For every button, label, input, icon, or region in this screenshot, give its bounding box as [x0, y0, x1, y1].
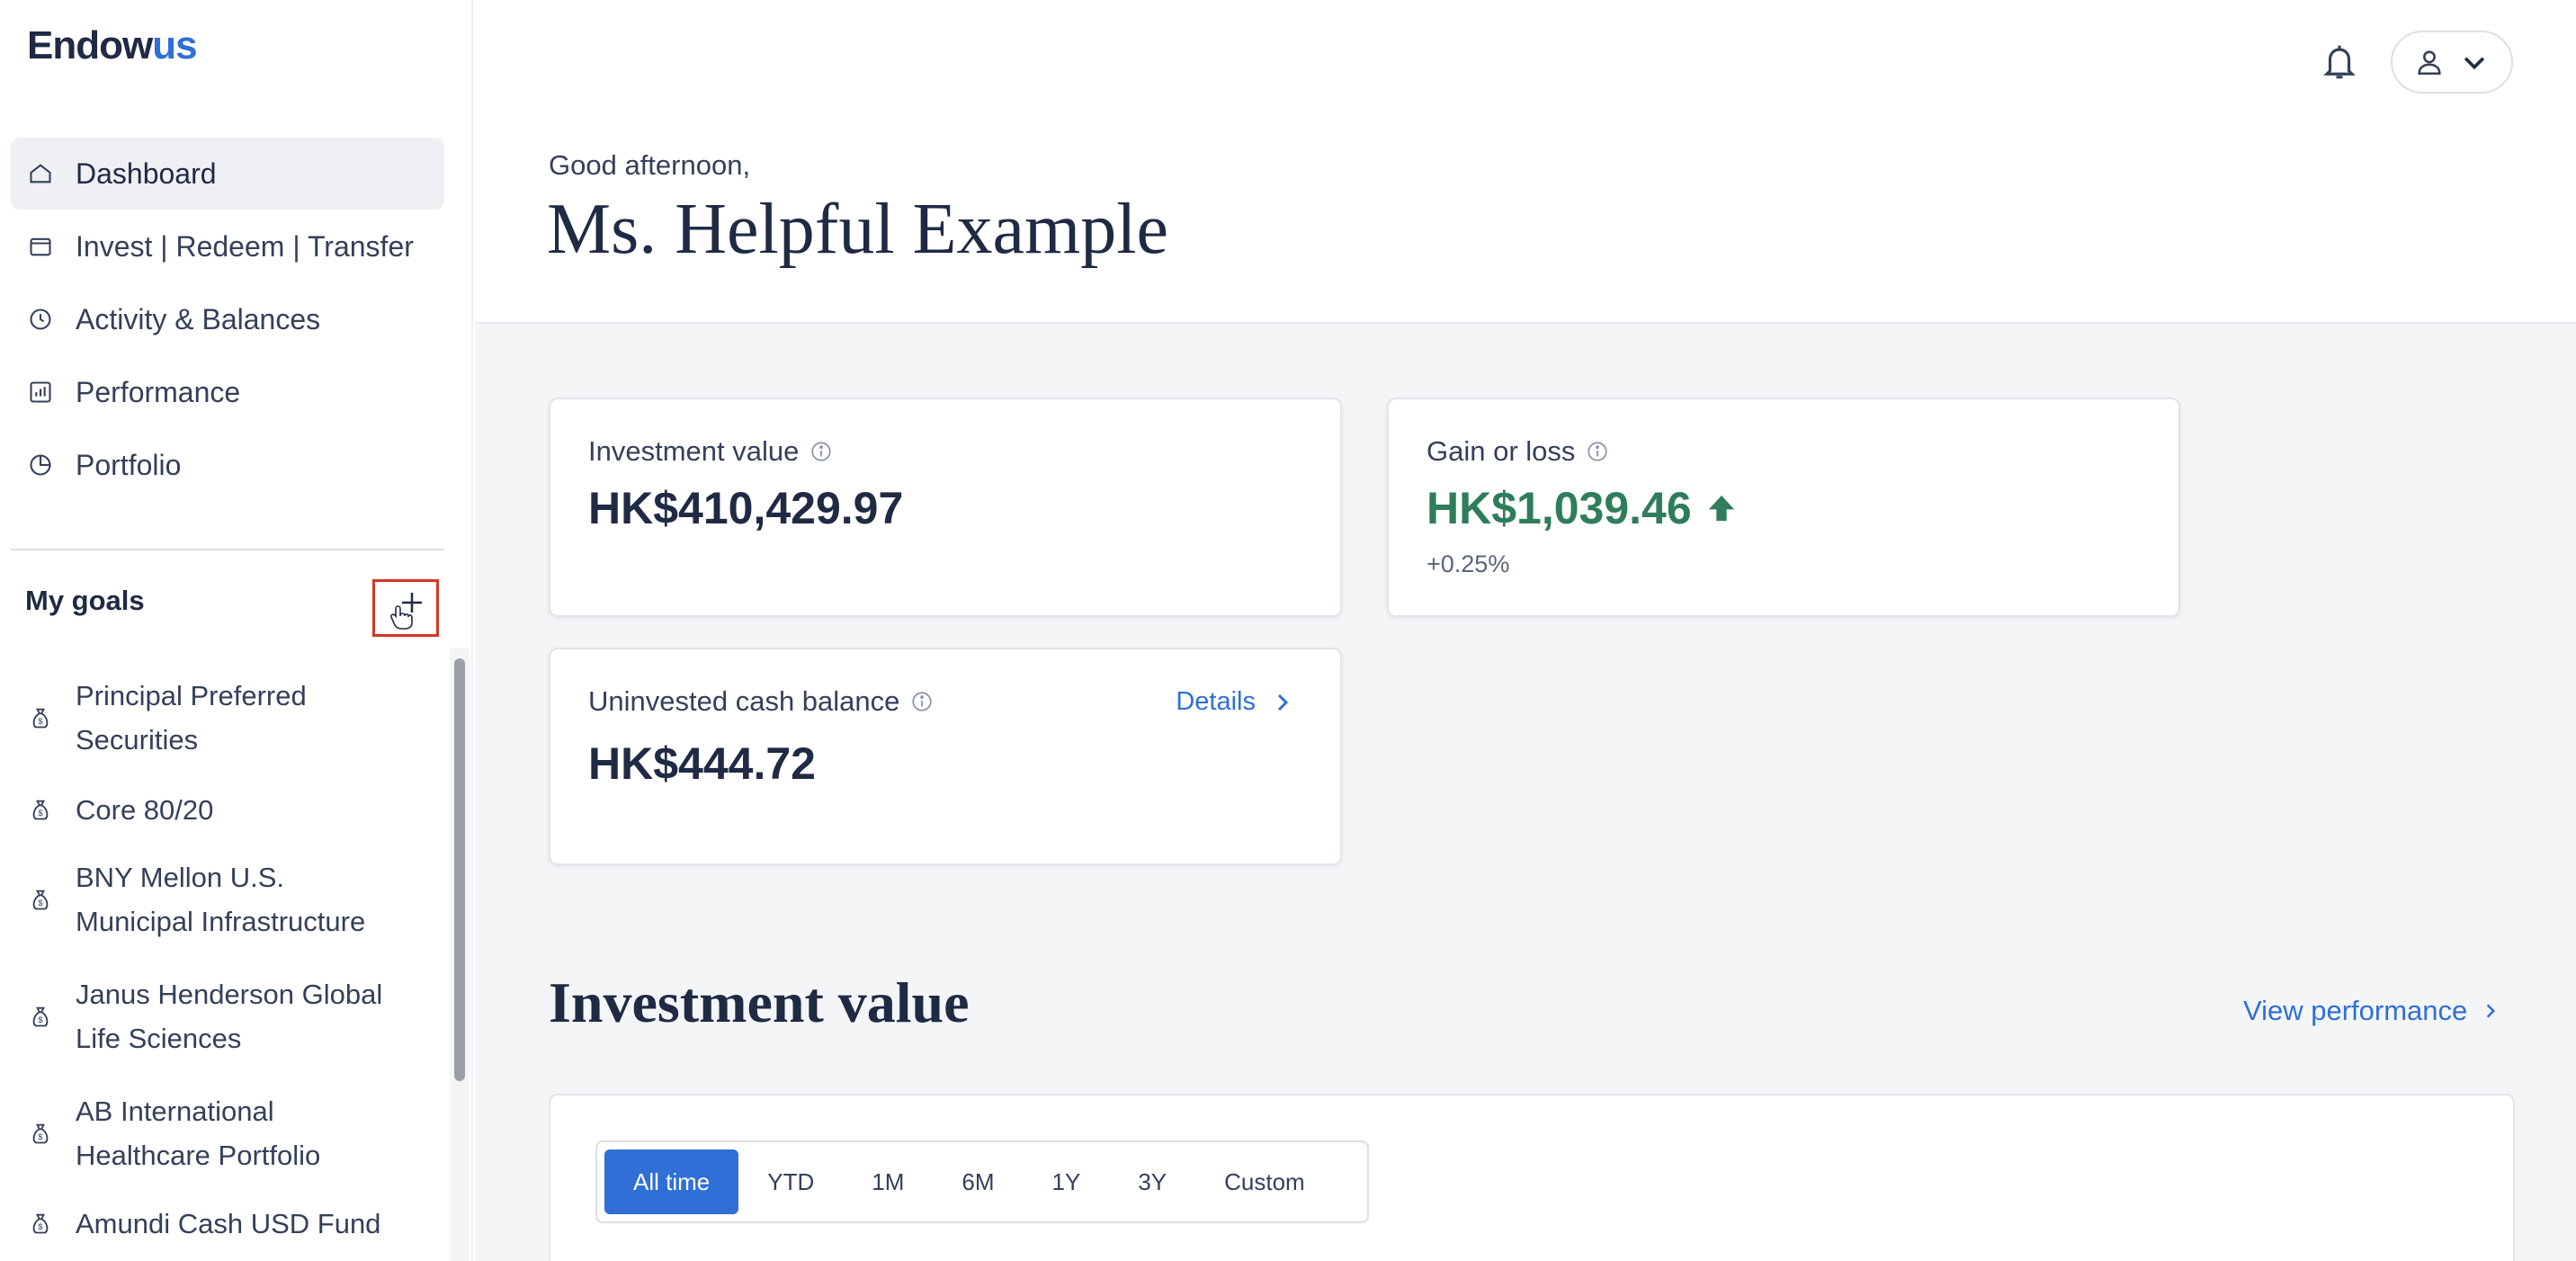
user-icon [2418, 50, 2441, 76]
nav-item-label: Dashboard [76, 157, 217, 190]
range-all-time[interactable]: All time [604, 1149, 739, 1214]
nav-item-portfolio[interactable]: Portfolio [11, 429, 444, 501]
chevron-right-icon [2487, 1004, 2496, 1018]
nav-item-performance[interactable]: Performance [11, 356, 444, 428]
arrow-up-icon [1708, 495, 1734, 522]
nav-item-label: Portfolio [76, 448, 182, 481]
nav-item-label: Performance [76, 375, 241, 408]
range-3y[interactable]: 3Y [1109, 1149, 1195, 1214]
gain-loss-percent: +0.25% [1427, 550, 1510, 577]
range-ytd[interactable]: YTD [738, 1149, 843, 1214]
range-6m[interactable]: 6M [933, 1149, 1023, 1214]
svg-text:$: $ [38, 809, 43, 818]
nav-item-activity[interactable]: Activity & Balances [11, 283, 444, 355]
svg-text:$: $ [38, 1015, 43, 1024]
card-label: Investment value [588, 435, 833, 468]
page-header: Good afternoon, Ms. Helpful Example [475, 0, 2576, 324]
nav-item-label: Activity & Balances [76, 302, 321, 335]
money-bag-icon: $ [27, 796, 54, 823]
goal-item[interactable]: $ Amundi Cash USD Fund [11, 1191, 443, 1256]
money-bag-icon: $ [27, 1120, 54, 1147]
goal-item[interactable]: $ BNY Mellon U.S. Municipal Infrastructur… [11, 842, 443, 957]
goal-item[interactable]: $ Principal Preferred Securities [11, 658, 443, 777]
uninvested-cash-card: Uninvested cash balance Details HK$444.7… [549, 648, 1342, 865]
info-icon[interactable] [1586, 440, 1609, 463]
card-label: Uninvested cash balance [588, 685, 934, 718]
goal-item[interactable]: $ AB International Healthcare Portfolio [11, 1076, 443, 1191]
add-goal-button[interactable] [372, 579, 439, 637]
card-label: Gain or loss [1427, 435, 1609, 468]
range-custom[interactable]: Custom [1195, 1149, 1334, 1214]
clock-icon [27, 306, 54, 333]
money-bag-icon: $ [27, 704, 54, 731]
money-bag-icon: $ [27, 886, 54, 913]
plus-cursor-icon [390, 593, 422, 630]
nav-item-dashboard[interactable]: Dashboard [11, 138, 444, 210]
goal-item[interactable]: $ Janus Henderson Global Life Sciences [11, 957, 443, 1076]
gain-loss-card: Gain or loss HK$1,039.46 +0.25% [1387, 398, 2180, 617]
gain-loss-value: HK$1,039.46 [1427, 482, 1737, 534]
money-bag-icon: $ [27, 1003, 54, 1030]
endowus-logo[interactable]: Endowus [27, 23, 198, 68]
page-title: Ms. Helpful Example [547, 190, 1168, 269]
pie-chart-icon [27, 452, 54, 478]
investment-value-heading: Investment value [549, 970, 970, 1034]
my-goals-heading: My goals [25, 585, 145, 616]
investment-value: HK$410,429.97 [588, 483, 904, 533]
details-link[interactable]: Details [1176, 687, 1293, 717]
greeting-text: Good afternoon, [549, 149, 751, 181]
svg-text:$: $ [38, 899, 43, 908]
notification-button[interactable] [2317, 36, 2362, 90]
sidebar: Endowus Dashboard Invest | Redeem | Tran… [0, 0, 473, 1261]
range-1y[interactable]: 1Y [1024, 1149, 1110, 1214]
wallet-icon [27, 233, 54, 260]
chevron-down-icon [2464, 57, 2485, 70]
svg-text:$: $ [38, 717, 43, 726]
view-performance-link[interactable]: View performance [2243, 995, 2500, 1027]
money-bag-icon: $ [27, 1210, 54, 1237]
svg-text:$: $ [38, 1132, 43, 1141]
main-nav: Dashboard Invest | Redeem | Transfer Act… [11, 138, 444, 502]
info-icon[interactable] [910, 690, 934, 713]
main-content: Good afternoon, Ms. Helpful Example Inve… [475, 0, 2576, 1261]
sidebar-divider [11, 549, 444, 550]
goal-item[interactable]: $ Core 80/20 [11, 777, 443, 842]
investment-value-card: Investment value HK$410,429.97 [549, 398, 1342, 617]
profile-menu-button[interactable] [2391, 31, 2513, 94]
goal-list: $ Principal Preferred Securities $ Core 8… [11, 658, 443, 1256]
nav-item-invest[interactable]: Invest | Redeem | Transfer [11, 210, 444, 282]
nav-item-label: Invest | Redeem | Transfer [76, 229, 414, 263]
cash-balance-value: HK$444.72 [588, 738, 816, 789]
home-icon [27, 160, 54, 187]
bell-icon [2323, 45, 2356, 79]
chevron-right-icon [1277, 693, 1289, 711]
goals-scrollbar[interactable] [454, 658, 465, 1081]
info-icon[interactable] [809, 440, 833, 463]
time-range-selector: All time YTD 1M 6M 1Y 3Y Custom [595, 1140, 1369, 1223]
range-1m[interactable]: 1M [843, 1149, 933, 1214]
bar-chart-icon [27, 379, 54, 406]
investment-chart-card: All time YTD 1M 6M 1Y 3Y Custom [549, 1094, 2515, 1261]
svg-text:$: $ [38, 1222, 43, 1231]
